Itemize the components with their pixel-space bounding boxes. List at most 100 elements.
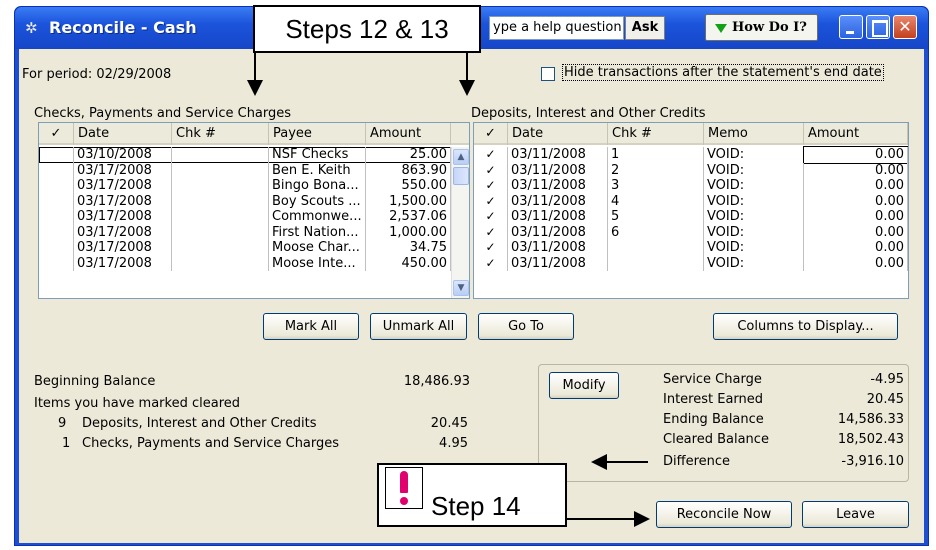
table-row[interactable]: ✓ 03/11/2008 5 VOID: 0.00 [474, 209, 908, 225]
hide-transactions-checkbox[interactable] [541, 67, 555, 81]
table-row[interactable]: 03/17/2008 Bingo Bona... 550.00 [39, 178, 469, 194]
table-row[interactable]: 03/17/2008 Boy Scouts ... 1,500.00 [39, 193, 469, 209]
cell-check[interactable]: ✓ [474, 240, 508, 256]
deposits-table[interactable]: ✓ Date Chk # Memo Amount ✓ 03/11/2008 1 VOI… [473, 122, 909, 299]
cell-payee: Moose Char... [269, 240, 366, 256]
cell-check[interactable]: ✓ [474, 193, 508, 209]
cell-check[interactable] [39, 178, 74, 194]
leave-button[interactable]: Leave [802, 501, 909, 528]
table-row[interactable]: ✓ 03/11/2008 VOID: 0.00 [474, 255, 908, 271]
balance-label: Difference [663, 454, 731, 469]
table-row[interactable]: ✓ 03/11/2008 4 VOID: 0.00 [474, 193, 908, 209]
checks-table[interactable]: ✓ Date Chk # Payee Amount 03/10/2008 NSF … [38, 122, 470, 299]
deposits-count: 9 [58, 416, 67, 431]
cell-amount: 0.00 [804, 224, 908, 240]
cell-amount: 0.00 [804, 178, 908, 194]
arrow-left-icon [591, 454, 607, 470]
table-row[interactable]: 03/17/2008 Moose Inte... 450.00 [39, 255, 469, 271]
close-icon: ✕ [898, 17, 912, 36]
column-header-date[interactable]: Date [508, 123, 608, 145]
screenshot-frame: ✲ Reconcile - Cash ype a help question A… [0, 0, 936, 550]
column-header-amount[interactable]: Amount [366, 123, 451, 145]
cell-check[interactable] [39, 162, 74, 178]
how-do-i-button[interactable]: How Do I? [705, 14, 818, 41]
column-header-check[interactable]: ✓ [39, 123, 74, 145]
cell-check[interactable]: ✓ [474, 255, 508, 271]
cell-date: 03/11/2008 [508, 162, 608, 178]
column-header-amount[interactable]: Amount [804, 123, 908, 145]
cell-check[interactable]: ✓ [474, 162, 508, 178]
cell-amount: 0.00 [804, 162, 908, 178]
help-question-field[interactable]: ype a help question [489, 16, 624, 40]
column-header-payee[interactable]: Payee [269, 123, 366, 145]
cell-amount: 0.00 [804, 209, 908, 225]
cell-memo: VOID: [704, 193, 804, 209]
cell-memo: VOID: [704, 240, 804, 256]
table-row[interactable]: ✓ 03/11/2008 VOID: 0.00 [474, 240, 908, 256]
table-row[interactable]: 03/17/2008 Commonwe... 2,537.06 [39, 209, 469, 225]
table-row[interactable]: ✓ 03/11/2008 6 VOID: 0.00 [474, 224, 908, 240]
scroll-up-icon[interactable]: ▲ [453, 149, 469, 165]
cell-chk [172, 178, 269, 194]
modify-button[interactable]: Modify [549, 372, 619, 399]
mark-all-button[interactable]: Mark All [263, 313, 359, 340]
cell-amount: 450.00 [366, 255, 451, 271]
column-header-chk[interactable]: Chk # [172, 123, 269, 145]
column-header-date[interactable]: Date [74, 123, 172, 145]
balance-label: Service Charge [663, 372, 762, 387]
cell-check[interactable] [39, 209, 74, 225]
cell-memo: VOID: [704, 147, 804, 163]
cell-check[interactable] [39, 193, 74, 209]
cell-amount: 0.00 [803, 146, 908, 164]
balance-label: Interest Earned [663, 392, 764, 407]
table-row[interactable]: 03/17/2008 First Nation... 1,000.00 [39, 224, 469, 240]
checks-scrollbar[interactable]: ▲ ▼ [451, 147, 469, 298]
column-header-check[interactable]: ✓ [474, 123, 508, 145]
beginning-balance-value: 18,486.93 [403, 374, 470, 389]
table-row[interactable]: ✓ 03/11/2008 1 VOID: 0.00 [474, 146, 908, 164]
column-header-chk[interactable]: Chk # [608, 123, 704, 145]
go-to-button[interactable]: Go To [478, 313, 574, 340]
table-row[interactable]: 03/17/2008 Ben E. Keith 863.90 [39, 162, 469, 178]
cell-amount: 0.00 [804, 193, 908, 209]
cell-date: 03/11/2008 [508, 224, 608, 240]
cell-check[interactable] [39, 255, 74, 271]
table-row[interactable]: ✓ 03/11/2008 2 VOID: 0.00 [474, 162, 908, 178]
cell-check[interactable] [39, 240, 74, 256]
cell-chk: 2 [608, 162, 704, 178]
cell-amount: 0.00 [804, 240, 908, 256]
cell-check[interactable]: ✓ [474, 147, 508, 163]
cell-check[interactable] [39, 147, 74, 163]
exclamation-icon [385, 467, 423, 509]
maximize-button[interactable] [866, 15, 890, 39]
hide-transactions-label[interactable]: Hide transactions after the statement's … [562, 64, 884, 81]
reconcile-now-button[interactable]: Reconcile Now [656, 501, 792, 528]
cell-chk [608, 240, 704, 256]
table-row[interactable]: 03/10/2008 NSF Checks 25.00 [39, 147, 469, 163]
cell-check[interactable]: ✓ [474, 224, 508, 240]
cell-check[interactable]: ✓ [474, 209, 508, 225]
cell-payee: Moose Inte... [269, 255, 366, 271]
scroll-down-icon[interactable]: ▼ [453, 280, 469, 296]
minimize-button[interactable] [839, 15, 863, 39]
ask-button[interactable]: Ask [625, 16, 665, 40]
cell-check[interactable]: ✓ [474, 178, 508, 194]
cell-payee: NSF Checks [269, 147, 366, 163]
cell-chk [608, 255, 704, 271]
unmark-all-button[interactable]: Unmark All [370, 313, 467, 340]
cell-check[interactable] [39, 224, 74, 240]
period-label: For period: 02/29/2008 [22, 67, 172, 82]
balance-value: -3,916.10 [841, 454, 904, 469]
cell-date: 03/17/2008 [74, 162, 172, 178]
table-row[interactable]: 03/17/2008 Moose Char... 34.75 [39, 240, 469, 256]
close-button[interactable]: ✕ [893, 15, 917, 39]
columns-to-display-button[interactable]: Columns to Display... [713, 313, 898, 340]
scroll-thumb[interactable] [453, 167, 469, 185]
table-row[interactable]: ✓ 03/11/2008 3 VOID: 0.00 [474, 178, 908, 194]
cell-chk: 6 [608, 224, 704, 240]
callout-step-14: Step 14 [377, 463, 567, 527]
cell-chk: 1 [608, 147, 704, 163]
arrow-to-difference [606, 461, 648, 463]
column-header-memo[interactable]: Memo [704, 123, 804, 145]
deposits-section-label: Deposits, Interest and Other Credits [471, 106, 706, 121]
